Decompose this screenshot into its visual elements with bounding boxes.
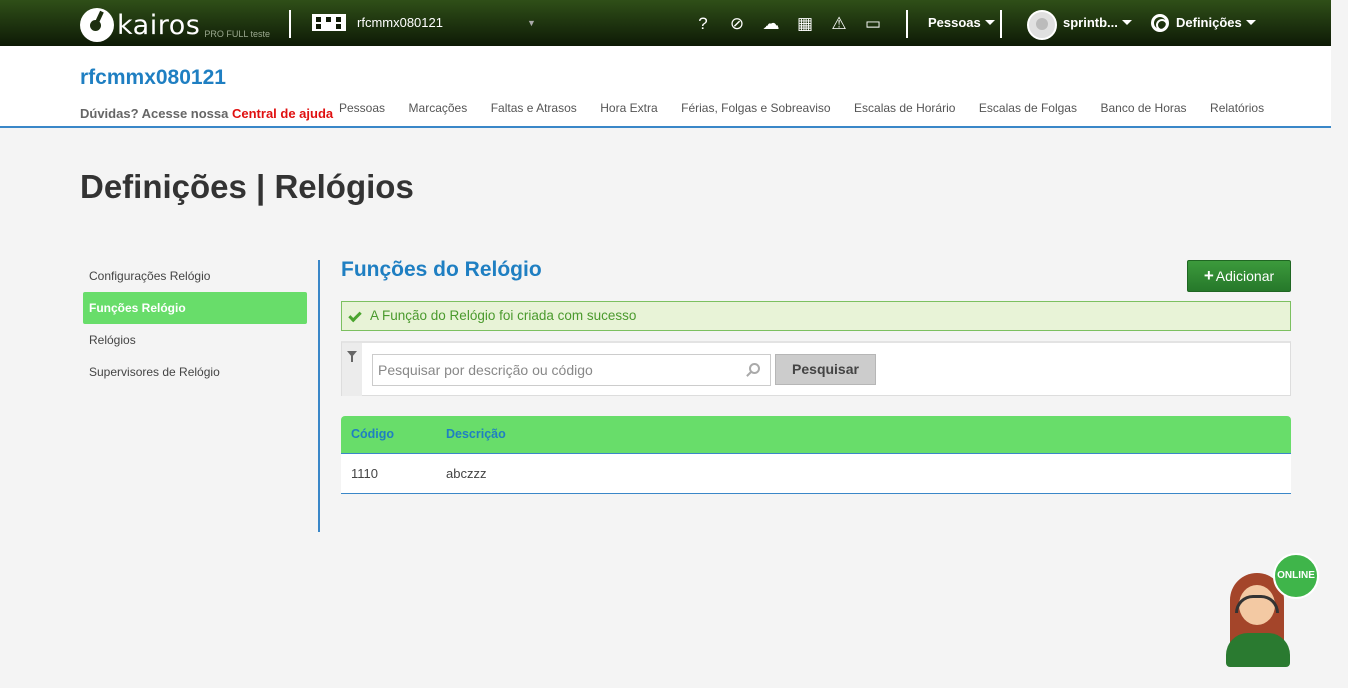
nav-item-escalas-folgas[interactable]: Escalas de Folgas — [979, 101, 1077, 115]
nav-item-hora-extra[interactable]: Hora Extra — [600, 101, 657, 115]
company-name: rfcmmx080121 — [357, 15, 443, 30]
check-icon — [348, 308, 362, 323]
divider — [906, 10, 908, 38]
online-badge: ONLINE — [1273, 553, 1319, 599]
warning-icon[interactable]: ⚠ — [822, 12, 856, 36]
nav-item-banco-horas[interactable]: Banco de Horas — [1100, 101, 1186, 115]
company-building-icon — [312, 14, 346, 31]
help-center-link[interactable]: Central de ajuda — [232, 106, 333, 121]
nav-item-pessoas[interactable]: Pessoas — [339, 101, 385, 115]
people-menu[interactable]: Pessoas — [928, 15, 995, 30]
filter-toggle[interactable] — [342, 343, 362, 396]
caret-down-icon — [1245, 20, 1256, 25]
cell-descricao: abczzz — [436, 453, 1291, 494]
side-item-funcoes-relogio[interactable]: Funções Relógio — [83, 292, 307, 324]
online-chat-widget[interactable]: ONLINE — [1222, 553, 1322, 668]
logo-text: kairos — [117, 10, 201, 41]
side-item-supervisores-relogio[interactable]: Supervisores de Relógio — [83, 356, 307, 388]
calculator-icon[interactable]: ▦ — [788, 12, 822, 36]
filter-funnel-icon — [347, 351, 357, 362]
success-alert-text: A Função do Relógio foi criada com suces… — [370, 308, 637, 323]
divider — [1000, 10, 1002, 38]
caret-down-icon — [984, 20, 995, 25]
nav-item-escalas-horario[interactable]: Escalas de Horário — [854, 101, 955, 115]
page-title: Definições | Relógios — [80, 168, 414, 205]
kairos-logo-mark-icon — [80, 8, 114, 42]
caret-down-icon — [1121, 20, 1132, 25]
logo-subtitle: PRO FULL teste — [204, 29, 271, 39]
company-dropdown-caret-icon[interactable]: ▼ — [527, 18, 536, 28]
people-menu-label: Pessoas — [928, 15, 981, 30]
plus-icon: + — [1203, 266, 1214, 285]
table-row[interactable]: 1110 abczzz — [341, 453, 1291, 494]
settings-menu[interactable]: Definições — [1176, 15, 1256, 30]
app-header: rfcmmx080121 Dúvidas? Acesse nossa Centr… — [0, 46, 1331, 128]
table-header-row: Código Descrição — [341, 416, 1291, 454]
cell-codigo: 1110 — [341, 453, 436, 494]
nav-item-ferias-folgas[interactable]: Férias, Folgas e Sobreaviso — [681, 101, 830, 115]
column-header-descricao[interactable]: Descrição — [436, 416, 1291, 454]
company-selector[interactable]: rfcmmx080121 — [312, 14, 443, 31]
column-header-codigo[interactable]: Código — [341, 416, 436, 454]
main-nav: Pessoas Marcações Faltas e Atrasos Hora … — [339, 101, 1288, 115]
help-text: Dúvidas? Acesse nossa Central de ajuda — [80, 106, 333, 121]
add-button[interactable]: + Adicionar — [1187, 260, 1291, 292]
nav-item-relatorios[interactable]: Relatórios — [1210, 101, 1264, 115]
success-alert: A Função do Relógio foi criada com suces… — [341, 301, 1291, 331]
functions-table: Código Descrição 1110 abczzz — [341, 416, 1291, 494]
nav-item-faltas-atrasos[interactable]: Faltas e Atrasos — [491, 101, 577, 115]
side-item-relogios[interactable]: Relógios — [83, 324, 307, 356]
section-title: Funções do Relógio — [341, 258, 542, 281]
gear-icon[interactable] — [1151, 14, 1169, 32]
search-input[interactable] — [372, 354, 771, 386]
side-item-configuracoes-relogio[interactable]: Configurações Relógio — [83, 260, 307, 292]
company-title: rfcmmx080121 — [80, 66, 226, 89]
inbox-icon[interactable]: ▭ — [856, 12, 890, 36]
search-icon — [749, 363, 760, 374]
agent-body — [1226, 633, 1290, 667]
top-bar: kairos PRO FULL teste rfcmmx080121 ▼ ? ⊘… — [0, 0, 1331, 46]
divider — [289, 10, 291, 38]
help-icon[interactable]: ? — [686, 12, 720, 36]
cloud-upload-icon[interactable]: ☁ — [754, 12, 788, 36]
nav-item-marcacoes[interactable]: Marcações — [409, 101, 468, 115]
settings-menu-label: Definições — [1176, 15, 1242, 30]
search-panel: Pesquisar — [341, 341, 1291, 396]
user-menu[interactable]: sprintb... — [1063, 15, 1132, 30]
no-entry-icon[interactable]: ⊘ — [720, 12, 754, 36]
avatar[interactable] — [1027, 10, 1057, 40]
user-name: sprintb... — [1063, 15, 1118, 30]
kairos-logo[interactable]: kairos PRO FULL teste — [80, 4, 270, 42]
side-divider — [318, 260, 320, 532]
help-prefix: Dúvidas? Acesse nossa — [80, 106, 229, 121]
add-button-label: Adicionar — [1215, 268, 1275, 284]
top-icon-group: ? ⊘ ☁ ▦ ⚠ ▭ — [686, 12, 890, 36]
side-menu: Configurações Relógio Funções Relógio Re… — [83, 260, 307, 388]
search-button[interactable]: Pesquisar — [775, 354, 876, 385]
